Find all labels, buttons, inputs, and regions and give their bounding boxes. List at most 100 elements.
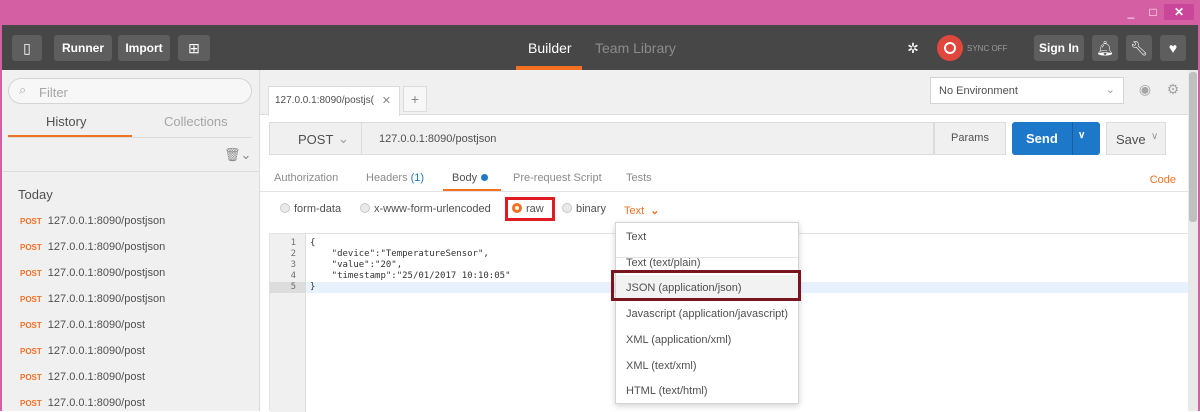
search-icon: ⌕ (19, 82, 27, 97)
tab-collections[interactable]: Collections (164, 114, 228, 129)
line-number: 4 (290, 271, 296, 281)
list-item-url: 127.0.0.1:8090/post (47, 345, 146, 357)
list-item[interactable]: POST 127.0.0.1:8090/postjson (20, 241, 165, 253)
sync-icon[interactable] (937, 35, 963, 61)
list-item[interactable]: POST 127.0.0.1:8090/post (20, 397, 145, 409)
tab-headers[interactable]: Headers (1) (366, 172, 424, 184)
request-tab[interactable]: 127.0.0.1:8090/postjs( ✕ (268, 86, 400, 116)
method-badge: POST (20, 217, 42, 226)
save-button[interactable]: Save ∨ (1106, 122, 1166, 155)
filter-box[interactable]: ⌕ (8, 78, 252, 104)
list-item-url: 127.0.0.1:8090/postjson (47, 215, 166, 227)
filter-input[interactable] (39, 83, 239, 101)
code-line: "device":"TemperatureSensor", (310, 249, 489, 259)
maximize-button[interactable]: □ (1142, 4, 1164, 20)
tab-team-library[interactable]: Team Library (595, 40, 676, 56)
list-item[interactable]: POST 127.0.0.1:8090/postjson (20, 215, 165, 227)
url-input[interactable]: 127.0.0.1:8090/postjson (362, 122, 934, 155)
code-line: "value":"20", (310, 260, 403, 270)
close-tab-icon[interactable]: ✕ (382, 94, 391, 107)
method-badge: POST (20, 243, 42, 252)
menu-item-text-plain[interactable]: Text (text/plain) (626, 257, 701, 269)
window-titlebar: _ □ ✕ (0, 0, 1200, 25)
app-header: ▯ Runner Import ⊞ Builder Team Library ✲… (2, 25, 1198, 70)
tab-headers-label: Headers (366, 172, 408, 184)
divider (8, 137, 252, 138)
sign-in-button[interactable]: Sign In (1034, 35, 1084, 61)
minimize-button[interactable]: _ (1120, 4, 1142, 20)
method-select[interactable]: POST ⌄ (269, 122, 362, 155)
environment-select[interactable]: No Environment ⌄ (930, 77, 1124, 104)
line-number: 3 (290, 260, 296, 270)
code-link[interactable]: Code (1150, 174, 1176, 186)
tab-tests[interactable]: Tests (626, 172, 652, 184)
method-badge: POST (20, 399, 42, 408)
send-button[interactable]: Send ∨ (1012, 122, 1100, 155)
radio-circle (280, 203, 290, 213)
tab-history[interactable]: History (46, 114, 86, 129)
chevron-down-icon[interactable]: ∨ (1078, 130, 1085, 141)
sync-status: SYNC OFF (967, 44, 1008, 53)
list-item[interactable]: POST 127.0.0.1:8090/postjson (20, 267, 165, 279)
list-item[interactable]: POST 127.0.0.1:8090/post (20, 319, 145, 331)
scrollbar[interactable] (1188, 70, 1198, 411)
format-value: Text (624, 205, 645, 217)
tab-builder[interactable]: Builder (528, 40, 572, 56)
menu-item-javascript[interactable]: Javascript (application/javascript) (626, 308, 788, 320)
tab-authorization[interactable]: Authorization (274, 172, 338, 184)
radio-label: x-www-form-urlencoded (374, 203, 491, 215)
body-indicator-dot (481, 174, 489, 181)
method-badge: POST (20, 373, 42, 382)
format-dropdown-menu: Text Text (text/plain) JSON (application… (611, 222, 801, 404)
list-item[interactable]: POST 127.0.0.1:8090/postjson (20, 293, 165, 305)
new-tab-icon[interactable]: ⊞ (178, 35, 210, 61)
settings-wrench-icon[interactable]: 🔧︎ (1126, 35, 1152, 61)
method-badge: POST (20, 269, 42, 278)
runner-button[interactable]: Runner (54, 35, 112, 61)
code-line: } (310, 282, 316, 292)
chevron-down-icon: ⌄ (650, 205, 660, 217)
menu-item-text[interactable]: Text (626, 231, 646, 243)
params-button[interactable]: Params (934, 122, 1006, 155)
heart-icon[interactable]: ♥ (1160, 35, 1186, 61)
list-item[interactable]: POST 127.0.0.1:8090/post (20, 345, 145, 357)
method-badge: POST (20, 321, 42, 330)
list-item-url: 127.0.0.1:8090/postjson (47, 241, 166, 253)
radio-label: form-data (294, 203, 342, 215)
divider (2, 171, 260, 172)
import-button[interactable]: Import (118, 35, 170, 61)
sidebar-toggle-icon[interactable]: ▯ (12, 35, 42, 61)
radio-urlencoded[interactable]: x-www-form-urlencoded (360, 203, 491, 215)
request-tab-title: 127.0.0.1:8090/postjs( (275, 95, 374, 106)
divider (260, 191, 1188, 192)
scrollbar-thumb[interactable] (1189, 72, 1197, 222)
list-item-url: 127.0.0.1:8090/postjson (47, 293, 166, 305)
notifications-icon[interactable]: 🔔︎ (1092, 35, 1118, 61)
eye-icon[interactable]: ◉ (1134, 81, 1156, 101)
list-item[interactable]: POST 127.0.0.1:8090/post (20, 371, 145, 383)
menu-item-html[interactable]: HTML (text/html) (626, 385, 708, 397)
gear-icon[interactable]: ⚙ (1162, 81, 1184, 101)
radio-circle (360, 203, 370, 213)
close-button[interactable]: ✕ (1164, 4, 1194, 20)
menu-item-xml-text[interactable]: XML (text/xml) (626, 360, 697, 372)
trash-icon[interactable]: 🗑︎⌄ (224, 147, 251, 163)
radio-circle (562, 203, 572, 213)
list-item-url: 127.0.0.1:8090/post (47, 397, 146, 409)
format-select[interactable]: Text ⌄ (624, 204, 659, 217)
tab-body[interactable]: Body (452, 172, 489, 184)
tab-prerequest-script[interactable]: Pre-request Script (513, 172, 602, 184)
menu-item-xml-application[interactable]: XML (application/xml) (626, 334, 731, 346)
radio-form-data[interactable]: form-data (280, 203, 341, 215)
radio-binary[interactable]: binary (562, 203, 606, 215)
tab-body-label: Body (452, 172, 478, 184)
line-number: 1 (290, 238, 296, 248)
add-tab-button[interactable]: + (403, 86, 427, 112)
save-label: Save (1116, 132, 1146, 147)
json-highlight-box (611, 270, 801, 301)
interceptor-icon[interactable]: ✲ (900, 35, 926, 61)
chevron-down-icon[interactable]: ∨ (1151, 131, 1158, 142)
list-item-url: 127.0.0.1:8090/postjson (47, 267, 166, 279)
line-number: 5 (290, 282, 296, 292)
line-number: 2 (290, 249, 296, 259)
